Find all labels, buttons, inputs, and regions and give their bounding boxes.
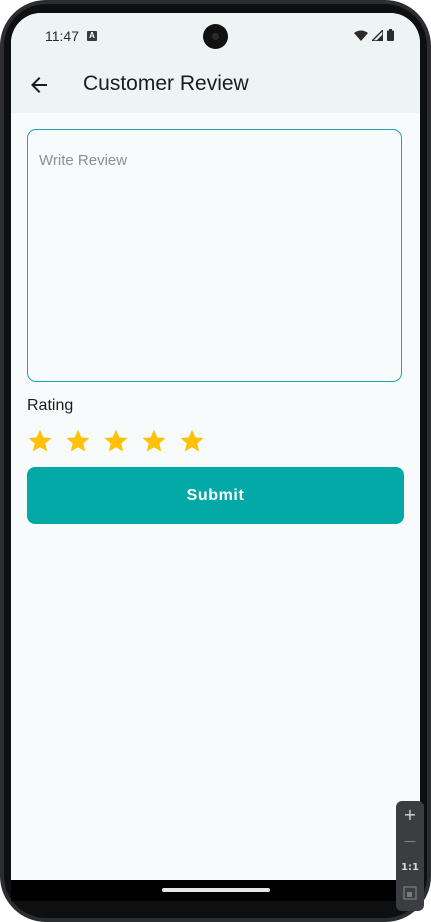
page-title: Customer Review xyxy=(83,72,249,95)
wifi-icon xyxy=(354,30,368,41)
rating-label: Rating xyxy=(27,397,74,414)
system-icons xyxy=(354,29,394,41)
phone-screen: 11:47 A Customer Review Rating Submit xyxy=(11,13,420,901)
zoom-out-button[interactable]: — xyxy=(396,829,424,853)
camera-cutout xyxy=(203,24,228,49)
star-icon[interactable] xyxy=(27,428,53,454)
signal-icon xyxy=(372,29,383,41)
review-input[interactable] xyxy=(28,130,401,381)
star-icon[interactable] xyxy=(103,428,129,454)
one-to-one-button[interactable]: 1:1 xyxy=(396,856,424,880)
battery-icon xyxy=(387,29,394,41)
arrow-left-icon[interactable] xyxy=(27,73,51,97)
star-icon[interactable] xyxy=(141,428,167,454)
star-icon[interactable] xyxy=(179,428,205,454)
emulator-zoom-controls: + — 1:1 xyxy=(396,801,424,911)
notification-badge: A xyxy=(87,31,97,41)
zoom-in-button[interactable]: + xyxy=(396,803,424,827)
navigation-bar xyxy=(11,880,420,901)
app-bar: Customer Review xyxy=(11,59,420,113)
star-rating[interactable] xyxy=(27,428,205,454)
review-field[interactable] xyxy=(27,129,402,382)
fit-screen-icon[interactable] xyxy=(403,886,417,900)
star-icon[interactable] xyxy=(65,428,91,454)
status-bar: 11:47 A xyxy=(11,13,420,59)
home-indicator[interactable] xyxy=(162,888,270,892)
status-time: 11:47 xyxy=(45,28,79,44)
submit-button[interactable]: Submit xyxy=(27,467,404,524)
